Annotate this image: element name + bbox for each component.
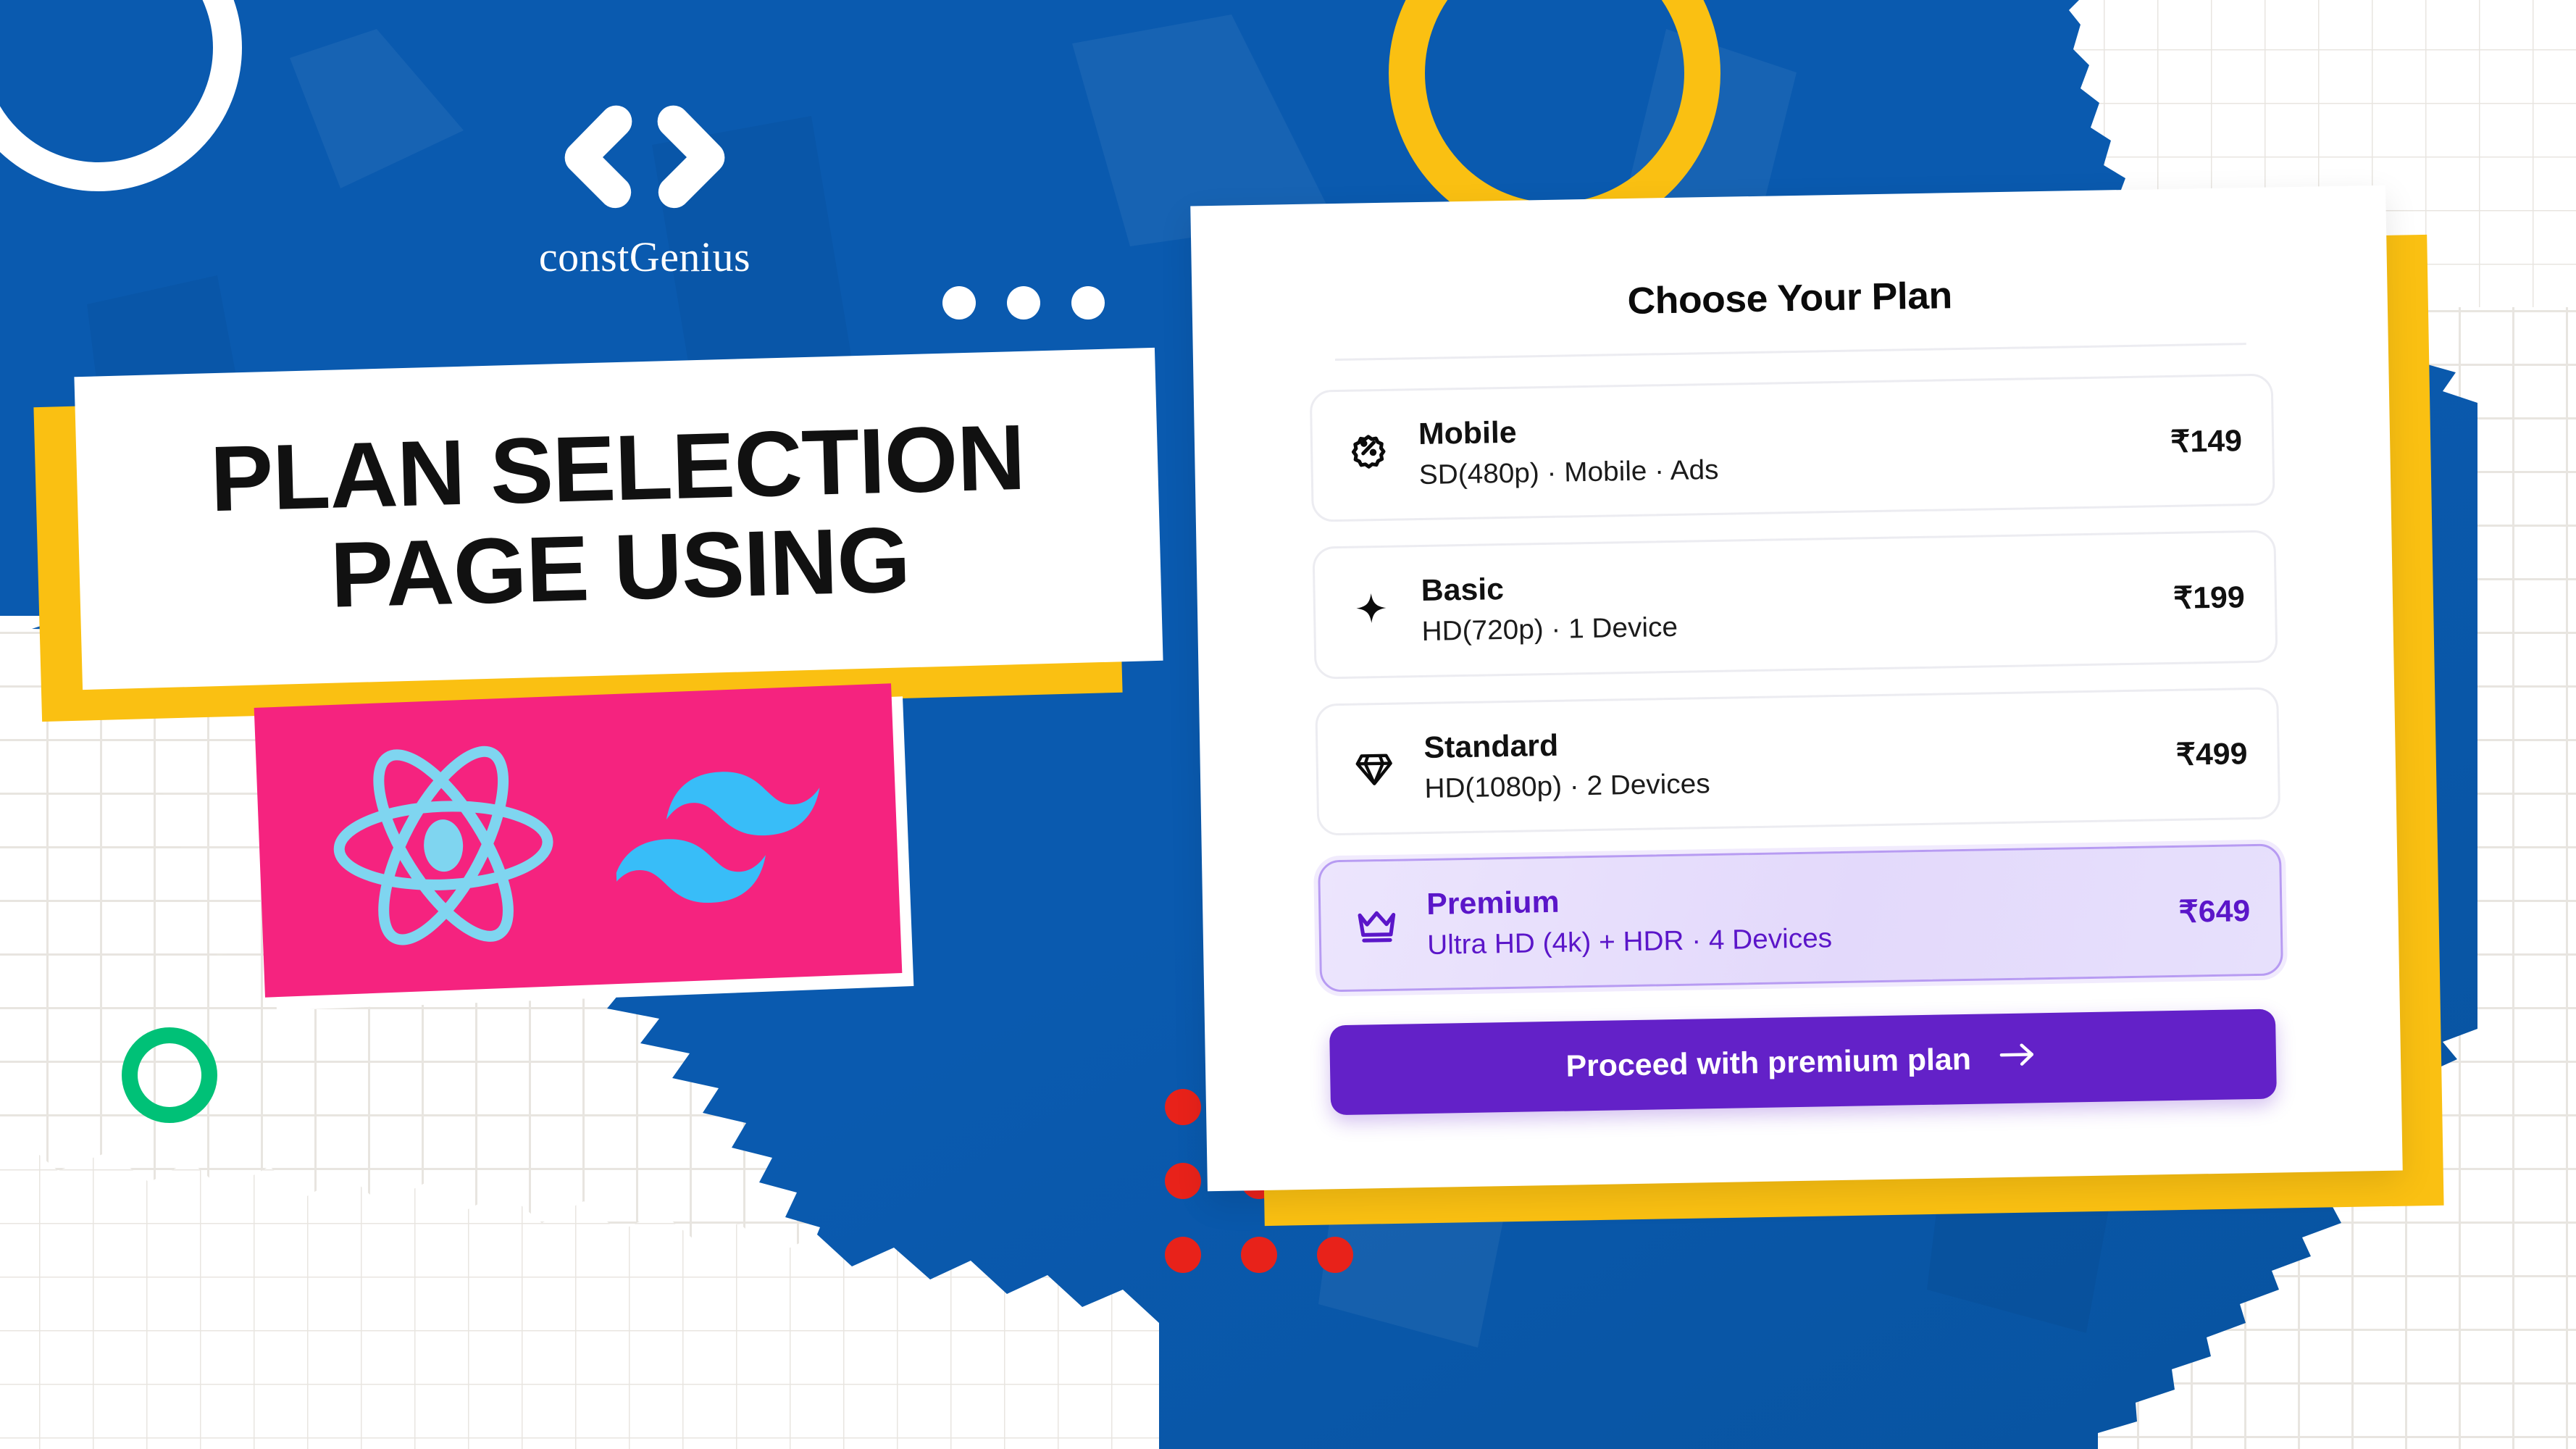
gem-icon — [1348, 743, 1400, 794]
decorative-white-dot — [1071, 286, 1105, 320]
plan-price: ₹199 — [2173, 580, 2246, 615]
plan-price: ₹149 — [2170, 422, 2243, 459]
plan-option-basic[interactable]: Basic HD(720p) · 1 Device ₹199 — [1312, 530, 2278, 680]
plan-name: Basic — [1421, 572, 1505, 608]
cta-label: Proceed with premium plan — [1565, 1042, 1972, 1083]
plan-description: Ultra HD (4k) + HDR · 4 Devices — [1426, 922, 1833, 961]
plan-option-premium[interactable]: Premium Ultra HD (4k) + HDR · 4 Devices … — [1318, 843, 2284, 993]
tech-card-pink — [254, 683, 903, 998]
brand-name: constGenius — [538, 233, 751, 280]
arrow-right-icon — [1999, 1039, 2037, 1077]
title-card: PLAN SELECTION PAGE USING — [74, 347, 1163, 690]
plan-price: ₹649 — [2178, 893, 2251, 929]
decorative-white-dot — [942, 286, 976, 320]
tech-stack-card — [254, 683, 926, 1011]
hero-title-block: PLAN SELECTION PAGE USING — [33, 347, 1168, 722]
poster-canvas: constGenius PLAN SELECTION PAGE USING Ch… — [0, 0, 2576, 1449]
plan-card: Choose Your Plan Mobile SD(480p) · Mobil… — [1190, 185, 2403, 1192]
crown-icon — [1351, 900, 1402, 951]
decorative-green-ring — [122, 1027, 217, 1123]
react-logo-icon — [333, 746, 553, 945]
heading-divider — [1334, 343, 2246, 362]
plan-option-mobile[interactable]: Mobile SD(480p) · Mobile · Ads ₹149 — [1309, 373, 2275, 522]
code-chevrons-icon — [564, 105, 725, 209]
plan-selection-card-stack: Choose Your Plan Mobile SD(480p) · Mobil… — [1166, 181, 2543, 1253]
plan-name: Premium — [1426, 884, 1560, 921]
brand-logo: constGenius — [464, 94, 826, 281]
plan-name: Mobile — [1418, 414, 1517, 451]
plan-description: HD(720p) · 1 Device — [1421, 612, 1678, 648]
percent-badge-icon — [1343, 430, 1394, 481]
page-title-line-2: PAGE USING — [329, 508, 911, 627]
tailwind-logo-icon — [612, 772, 820, 903]
plan-card-heading: Choose Your Plan — [1627, 275, 1953, 322]
sparkle-icon — [1345, 586, 1397, 638]
proceed-with-premium-plan-button[interactable]: Proceed with premium plan — [1329, 1009, 2277, 1116]
plan-description: SD(480p) · Mobile · Ads — [1418, 454, 1719, 490]
plan-name: Standard — [1423, 727, 1559, 764]
plan-price: ₹499 — [2175, 736, 2249, 772]
decorative-white-dot — [1007, 286, 1040, 320]
plan-option-standard[interactable]: Standard HD(1080p) · 2 Devices ₹499 — [1315, 686, 2281, 836]
plan-description: HD(1080p) · 2 Devices — [1424, 768, 1711, 804]
